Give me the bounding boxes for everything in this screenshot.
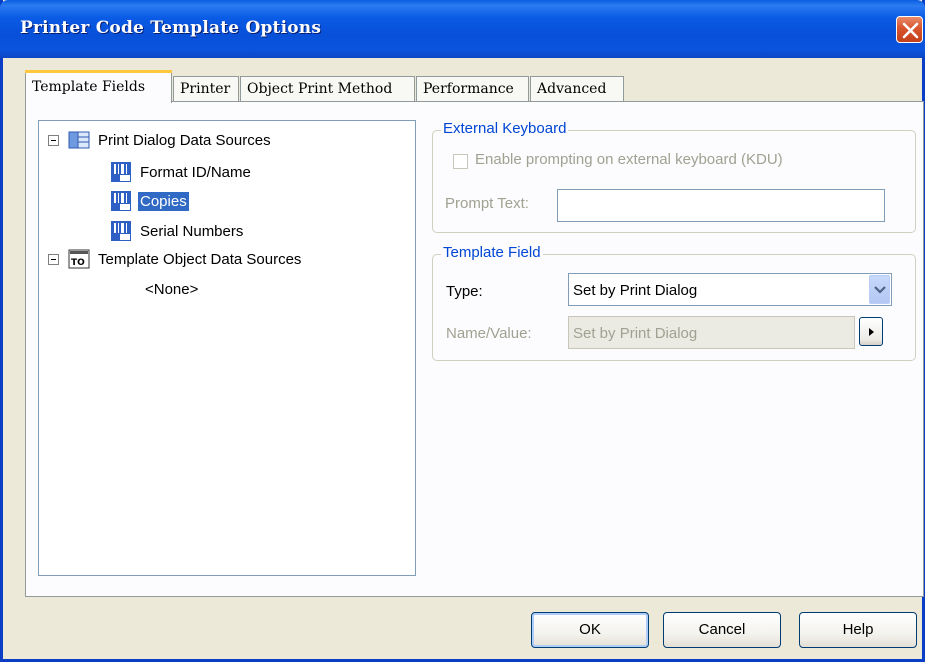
arrow-right-icon	[869, 328, 874, 336]
tab-template-fields[interactable]: Template Fields	[25, 70, 172, 103]
dialog-window: Printer Code Template Options Template F…	[0, 0, 925, 662]
enable-prompting-checkbox[interactable]	[453, 154, 468, 169]
tree-node-serial-numbers[interactable]: Serial Numbers	[110, 218, 245, 244]
tree-node-label: Template Object Data Sources	[98, 250, 302, 268]
type-select[interactable]: Set by Print Dialog	[568, 273, 892, 306]
data-source-tree[interactable]: Print Dialog Data Sources Format ID/Name	[38, 120, 416, 576]
template-object-icon: TO	[68, 249, 90, 269]
help-button[interactable]: Help	[799, 612, 917, 648]
name-value-browse-button[interactable]	[859, 317, 883, 346]
type-select-value: Set by Print Dialog	[573, 282, 698, 299]
prompt-text-label: Prompt Text:	[445, 195, 529, 212]
ok-button[interactable]: OK	[531, 612, 649, 648]
tree-node-format-id-name[interactable]: Format ID/Name	[110, 159, 253, 185]
name-value-text: Set by Print Dialog	[573, 325, 698, 342]
tab-advanced[interactable]: Advanced	[530, 76, 624, 102]
bartender-field-icon	[111, 191, 131, 211]
chevron-down-icon	[874, 286, 886, 294]
cancel-button[interactable]: Cancel	[663, 612, 781, 648]
tree-node-label: Print Dialog Data Sources	[98, 131, 271, 149]
close-icon	[902, 22, 919, 39]
group-legend: Template Field	[441, 244, 543, 261]
bartender-field-icon	[111, 221, 131, 241]
tree-node-label: <None>	[145, 280, 199, 298]
data-sources-icon	[68, 131, 90, 149]
tree-node-label: Serial Numbers	[140, 222, 244, 240]
dropdown-button[interactable]	[869, 275, 890, 304]
tab-performance[interactable]: Performance	[416, 76, 529, 102]
tree-node-template-object-data-sources[interactable]: TO Template Object Data Sources	[48, 246, 303, 272]
tree-node-label: Format ID/Name	[140, 163, 251, 181]
bartender-field-icon	[111, 162, 131, 182]
collapse-icon[interactable]	[48, 134, 59, 146]
name-value-input[interactable]: Set by Print Dialog	[568, 316, 855, 349]
svg-text:TO: TO	[71, 258, 85, 268]
close-button[interactable]	[896, 16, 923, 43]
enable-prompting-label: Enable prompting on external keyboard (K…	[475, 151, 783, 168]
collapse-icon[interactable]	[48, 253, 59, 265]
window-title: Printer Code Template Options	[20, 18, 322, 38]
template-field-group: Template Field Type: Set by Print Dialog…	[432, 244, 916, 361]
group-legend: External Keyboard	[441, 120, 569, 137]
tree-node-none[interactable]: <None>	[143, 276, 200, 302]
name-value-label: Name/Value:	[446, 325, 532, 342]
tree-node-copies[interactable]: Copies	[110, 188, 189, 214]
tab-panel-template-fields: Print Dialog Data Sources Format ID/Name	[25, 101, 924, 597]
tree-node-label-selected: Copies	[138, 191, 189, 211]
tree-node-print-dialog-data-sources[interactable]: Print Dialog Data Sources	[48, 127, 273, 153]
type-label: Type:	[446, 283, 483, 300]
external-keyboard-group: External Keyboard Enable prompting on ex…	[432, 120, 916, 233]
tab-printer[interactable]: Printer	[173, 76, 239, 102]
title-bar[interactable]: Printer Code Template Options	[0, 0, 925, 58]
prompt-text-input[interactable]	[557, 189, 885, 222]
tab-object-print-method[interactable]: Object Print Method	[240, 76, 415, 102]
